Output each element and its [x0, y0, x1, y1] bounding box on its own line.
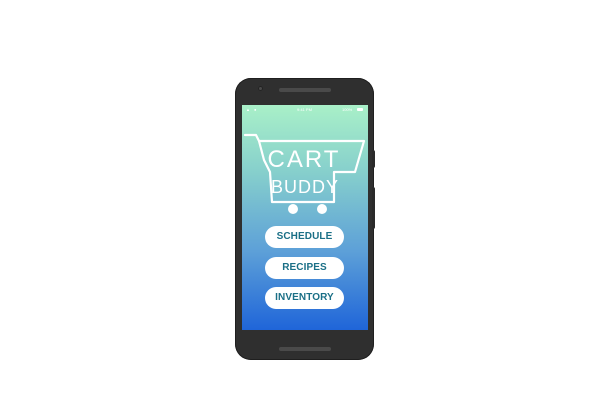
- phone-volume-button: [372, 187, 375, 229]
- logo-title-buddy: BUDDY: [271, 177, 339, 197]
- phone-power-button: [372, 150, 375, 168]
- page: ▲ ● 9:41 PM 100% CART BUDDY SCHEDULE REC…: [0, 0, 612, 408]
- schedule-button[interactable]: SCHEDULE: [265, 226, 344, 248]
- logo-title-cart: CART: [268, 146, 341, 173]
- earpiece-speaker: [279, 88, 331, 92]
- inventory-button[interactable]: INVENTORY: [265, 287, 344, 309]
- recipes-button[interactable]: RECIPES: [265, 257, 344, 279]
- front-camera: [258, 86, 263, 91]
- bottom-speaker: [279, 347, 331, 351]
